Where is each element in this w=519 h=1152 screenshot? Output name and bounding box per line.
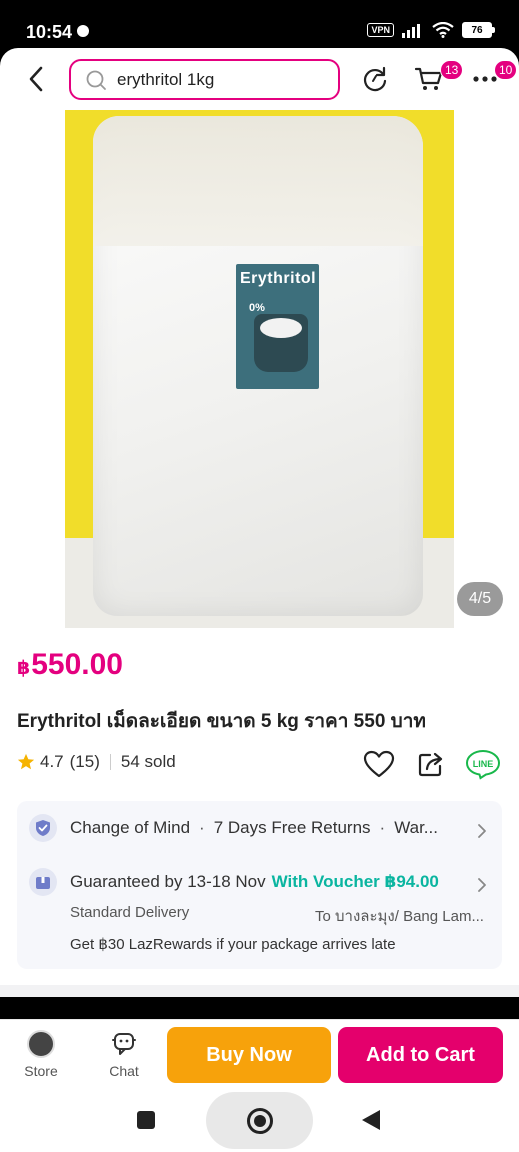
search-value: erythritol 1kg: [117, 69, 215, 89]
recents-button[interactable]: [137, 1111, 155, 1129]
share-icon: [418, 752, 443, 777]
delivery-type: Standard Delivery: [70, 904, 190, 921]
system-back-button[interactable]: [362, 1110, 380, 1130]
app-header: erythritol 1kg 13 10: [0, 48, 519, 110]
product-title: Erythritol เม็ดละเอียด ขนาด 5 kg ราคา 55…: [17, 711, 426, 732]
sack-image: [254, 314, 308, 372]
product-price: ฿550.00: [17, 648, 123, 682]
search-input[interactable]: erythritol 1kg: [69, 59, 340, 100]
more-badge: 10: [494, 60, 518, 80]
more-icon: [473, 76, 497, 82]
section-divider: [0, 985, 519, 997]
search-icon: [86, 70, 106, 90]
wishlist-button[interactable]: [361, 746, 397, 782]
store-label: Store: [24, 1063, 58, 1079]
battery-icon: 76: [462, 22, 495, 38]
status-time: 10:54: [26, 22, 73, 42]
delivery-row[interactable]: Guaranteed by 13-18 Nov With Voucher ฿94…: [29, 868, 439, 896]
product-label: Erythritol 0%: [236, 264, 319, 389]
shield-icon: [36, 820, 50, 836]
wifi-icon: [432, 22, 454, 38]
battery-level: 76: [462, 22, 492, 38]
product-label-title: Erythritol: [240, 270, 317, 287]
voucher-text: With Voucher ฿94.00: [271, 872, 439, 891]
line-icon: LINE: [465, 749, 501, 780]
rating-value: 4.7: [40, 752, 64, 771]
notification-icon: [77, 25, 89, 37]
product-info: ฿550.00 Erythritol เม็ดละเอียด ขนาด 5 kg…: [0, 628, 519, 990]
returns-row[interactable]: Change of Mind · 7 Days Free Returns · W…: [29, 814, 438, 842]
signal-icon: [402, 24, 420, 38]
store-tab[interactable]: Store: [11, 1030, 71, 1079]
product-gallery[interactable]: Erythritol 0% 4/5: [0, 110, 519, 628]
product-photo[interactable]: Erythritol 0%: [65, 110, 454, 628]
line-share-button[interactable]: LINE: [465, 746, 501, 782]
chat-tab[interactable]: Chat: [94, 1030, 154, 1079]
back-button[interactable]: [22, 64, 50, 94]
bottom-action-bar: Store Chat Buy Now Add to Cart: [0, 1019, 519, 1089]
buy-now-button[interactable]: Buy Now: [167, 1027, 331, 1083]
rewards-text: Get ฿30 LazRewards if your package arriv…: [70, 936, 396, 953]
svg-text:LINE: LINE: [473, 759, 494, 769]
product-bag: Erythritol 0%: [93, 116, 423, 616]
vpn-icon: VPN: [367, 23, 394, 37]
chevron-right-icon: [478, 878, 486, 892]
home-icon: [246, 1107, 273, 1134]
returns-free: 7 Days Free Returns: [213, 818, 371, 837]
image-counter: 4/5: [457, 582, 503, 616]
review-count: (15): [69, 752, 100, 771]
chat-label: Chat: [109, 1063, 139, 1079]
returns-change-of-mind: Change of Mind: [70, 818, 191, 837]
heart-icon: [363, 750, 395, 778]
chevron-right-icon: [478, 824, 486, 838]
delivery-destination: To บางละมุง/ Bang Lam...: [315, 908, 484, 925]
home-button[interactable]: [206, 1092, 313, 1149]
price-value: 550.00: [31, 648, 123, 681]
delivery-guarantee: Guaranteed by 13-18 Nov: [70, 872, 266, 891]
chat-icon: [112, 1033, 136, 1055]
status-icons: VPN 76: [367, 22, 495, 38]
star-icon: [17, 753, 35, 770]
share-refresh-button[interactable]: [358, 62, 392, 96]
share-button[interactable]: [413, 746, 449, 782]
system-nav-bar: [0, 1089, 519, 1152]
sold-count: 54 sold: [120, 752, 176, 771]
product-label-zero: 0%: [249, 302, 265, 314]
cart-badge: 13: [440, 60, 464, 80]
package-icon: [36, 877, 50, 889]
add-to-cart-button[interactable]: Add to Cart: [338, 1027, 503, 1083]
returns-warranty: War...: [394, 818, 438, 837]
service-box: Change of Mind · 7 Days Free Returns · W…: [17, 801, 502, 969]
rating-row[interactable]: 4.7 (15) 54 sold: [17, 752, 176, 772]
currency-symbol: ฿: [17, 658, 31, 679]
refresh-icon: [363, 66, 387, 92]
store-avatar: [27, 1030, 55, 1058]
back-arrow-icon: [29, 66, 43, 92]
